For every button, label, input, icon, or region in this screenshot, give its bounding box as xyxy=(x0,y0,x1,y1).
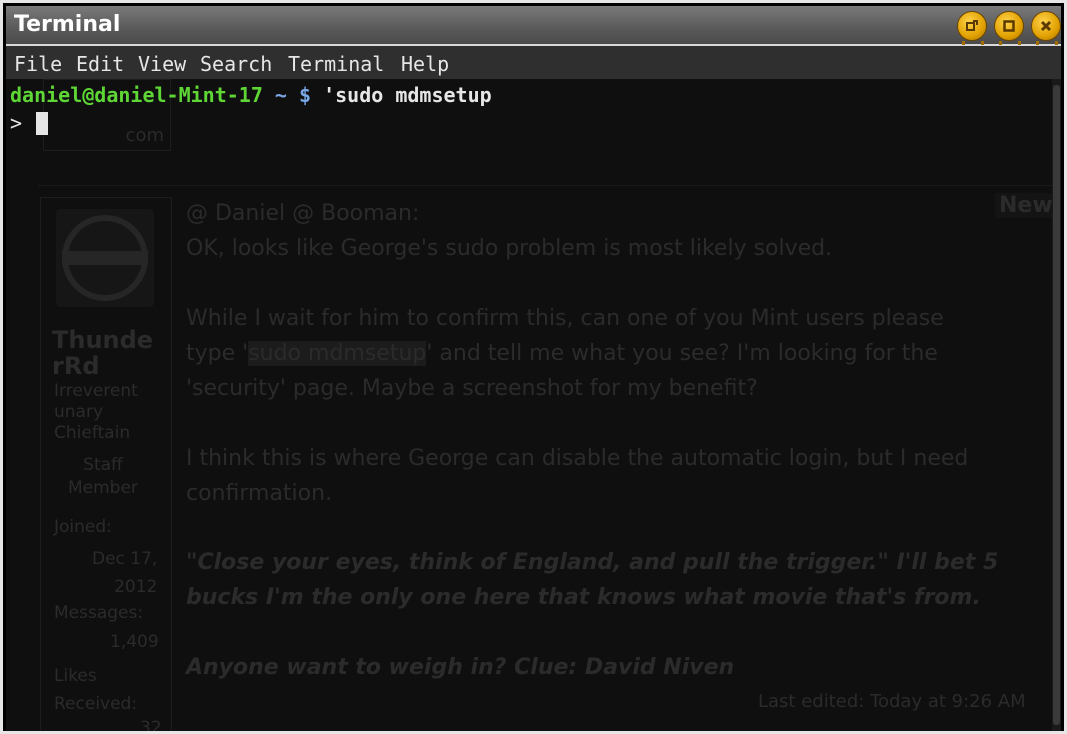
scrollbar-thumb[interactable] xyxy=(1053,85,1060,725)
menu-help[interactable]: Help xyxy=(401,52,449,76)
terminal-window: Terminal File Edit View Search Terminal … xyxy=(0,0,1067,734)
ghost-top-text: com xyxy=(125,125,164,146)
maximize-icon xyxy=(1003,20,1015,32)
minimize-icon xyxy=(966,20,978,31)
minimize-button[interactable] xyxy=(957,11,987,45)
ghost-likes-value: 32 xyxy=(140,718,162,731)
ghost-quote-b: bucks I'm the only one here that knows w… xyxy=(186,585,981,610)
close-icon xyxy=(1040,20,1052,32)
scrollbar[interactable] xyxy=(1052,79,1061,731)
ghost-joined-value: Dec 17, 2012 xyxy=(92,549,158,597)
prompt-user: daniel@daniel-Mint-17 xyxy=(10,83,263,107)
ghost-text-pre: type ' xyxy=(186,341,249,366)
ghost-user-role: Staff Member xyxy=(68,455,138,498)
prompt-path: ~ $ xyxy=(262,83,312,107)
menu-view[interactable]: View xyxy=(138,52,186,76)
ghost-likes-label: Likes Received: xyxy=(54,666,138,714)
ghost-last-edited: Last edited: Today at 9:26 AM xyxy=(758,691,1026,712)
continuation-prompt: > xyxy=(10,111,23,135)
text-cursor xyxy=(36,112,48,135)
ghost-user-title: Irreverent unary Chieftain xyxy=(54,381,138,443)
ghost-inline-code: sudo mdmsetup xyxy=(248,341,427,366)
ghost-messages-label: Messages: xyxy=(54,603,144,623)
ghost-post-para2b: type 'sudo mdmsetup' and tell me what yo… xyxy=(186,341,938,366)
maximize-button[interactable] xyxy=(994,11,1024,45)
menu-file[interactable]: File xyxy=(14,52,62,76)
ghost-text-post: ' and tell me what you see? I'm looking … xyxy=(426,341,938,366)
prompt-line: daniel@daniel-Mint-17 ~ $ 'sudo mdmsetup xyxy=(10,83,492,107)
menu-terminal[interactable]: Terminal xyxy=(288,52,384,76)
thunder-road-logo-icon xyxy=(62,215,148,301)
ghost-post-line2: OK, looks like George's sudo problem is … xyxy=(186,236,833,261)
ghost-post-para2a: While I wait for him to confirm this, ca… xyxy=(186,306,944,331)
ghost-new-badge: New xyxy=(995,193,1052,218)
close-button[interactable] xyxy=(1031,11,1061,45)
ghost-user-name: Thunde rRd xyxy=(52,326,154,380)
ghost-joined-label: Joined: xyxy=(54,517,112,537)
window-title: Terminal xyxy=(14,12,121,37)
menu-search[interactable]: Search xyxy=(200,52,272,76)
ghost-post-para3b: confirmation. xyxy=(186,481,333,506)
typed-command: 'sudo mdmsetup xyxy=(311,83,492,107)
menu-bar: File Edit View Search Terminal Help xyxy=(6,46,1061,79)
ghost-avatar xyxy=(56,209,154,307)
title-bar[interactable]: Terminal xyxy=(6,6,1061,46)
ghost-post-line1: @ Daniel @ Booman: xyxy=(186,201,420,226)
ghost-quote-a: "Close your eyes, think of England, and … xyxy=(186,550,999,575)
ghost-post-para2c: 'security' page. Maybe a screenshot for … xyxy=(186,376,758,401)
menu-edit[interactable]: Edit xyxy=(76,52,124,76)
ghost-messages-value: 1,409 xyxy=(110,632,159,652)
terminal-content[interactable]: com Thunde rRd Irreverent unary Chieftai… xyxy=(6,79,1052,731)
ghost-quote-c: Anyone want to weigh in? Clue: David Niv… xyxy=(186,655,735,680)
ghost-post-para3a: I think this is where George can disable… xyxy=(186,446,969,471)
